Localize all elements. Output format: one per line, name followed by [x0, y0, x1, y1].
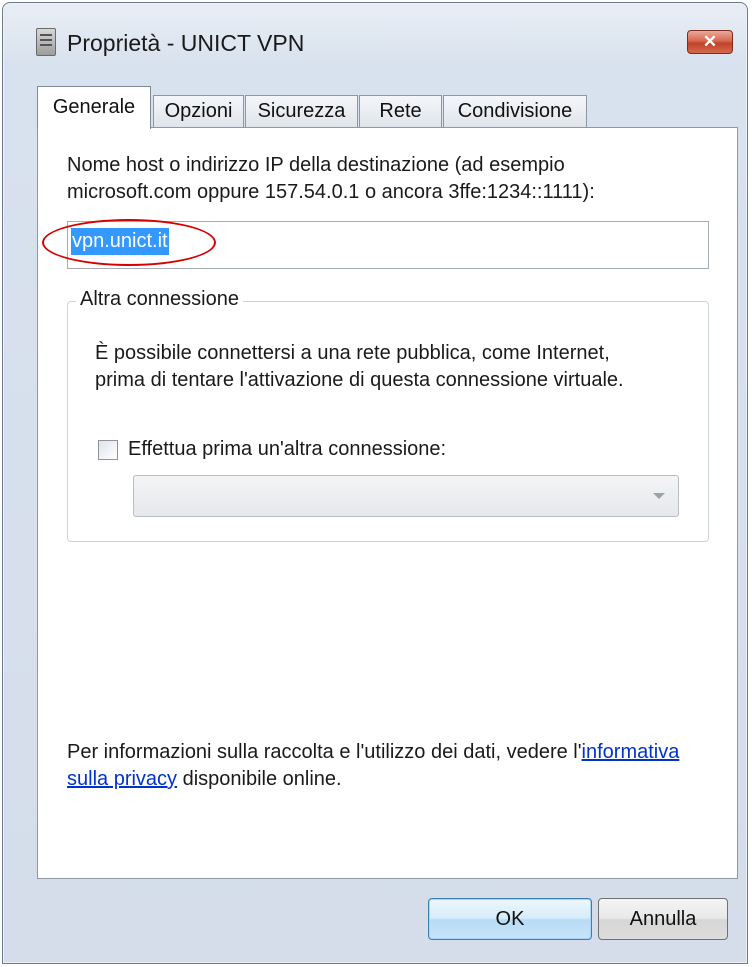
other-connection-title: Altra connessione	[76, 288, 243, 311]
dial-first-label[interactable]: Effettua prima un'altra connessione:	[128, 438, 446, 461]
privacy-text-end: disponibile online.	[177, 768, 342, 790]
privacy-link-continued[interactable]: sulla privacy	[67, 768, 177, 790]
description-line-2: prima di tentare l'attivazione di questa…	[95, 369, 624, 391]
document-icon	[36, 28, 56, 56]
host-label-line-2: microsoft.com oppure 157.54.0.1 o ancora…	[67, 181, 595, 203]
other-connection-description: È possibile connettersi a una rete pubbl…	[95, 340, 695, 394]
host-label: Nome host o indirizzo IP della destinazi…	[67, 152, 727, 206]
description-line-1: È possibile connettersi a una rete pubbl…	[95, 342, 610, 364]
title-bar[interactable]: Proprietà - UNICT VPN ✕	[3, 3, 747, 83]
chevron-down-icon	[653, 493, 665, 499]
privacy-link[interactable]: informativa	[582, 741, 680, 763]
privacy-note: Per informazioni sulla raccolta e l'util…	[67, 739, 727, 793]
dial-first-checkbox[interactable]	[98, 440, 118, 460]
tab-generale[interactable]: Generale	[37, 86, 151, 129]
tab-sicurezza[interactable]: Sicurezza	[245, 95, 358, 128]
connection-select[interactable]	[133, 475, 679, 517]
tab-rete[interactable]: Rete	[359, 95, 442, 128]
close-button[interactable]: ✕	[687, 30, 733, 54]
host-label-line-1: Nome host o indirizzo IP della destinazi…	[67, 154, 565, 176]
privacy-text: Per informazioni sulla raccolta e l'util…	[67, 741, 582, 763]
tab-condivisione[interactable]: Condivisione	[443, 95, 587, 128]
cancel-button[interactable]: Annulla	[598, 898, 728, 940]
tab-opzioni[interactable]: Opzioni	[153, 95, 244, 128]
ok-button[interactable]: OK	[428, 898, 592, 940]
host-input-value[interactable]: vpn.unict.it	[71, 228, 169, 255]
window-title: Proprietà - UNICT VPN	[67, 30, 305, 56]
